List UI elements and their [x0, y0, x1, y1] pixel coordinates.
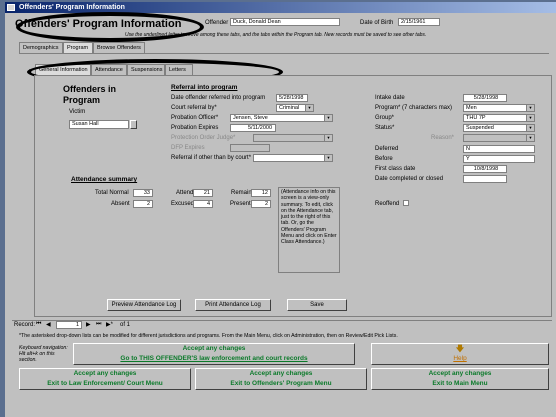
- completed-label: Date completed or closed: [375, 176, 444, 182]
- court-referral-label: Court referral by*: [171, 105, 217, 111]
- prev-record-icon[interactable]: ◀: [46, 321, 51, 328]
- total-normal-field: 33: [133, 189, 153, 197]
- court-referral-select[interactable]: Criminal ▼: [276, 104, 314, 112]
- dfp-expires-field[interactable]: [230, 144, 270, 152]
- first-class-label: First class date: [375, 166, 416, 172]
- absent-field: 2: [133, 200, 153, 208]
- program-label: Program* (7 characters max): [375, 105, 453, 111]
- record-navigator: Record: ⏮ ◀ 1 ▶ ⏭ ▶* of 1: [12, 320, 552, 330]
- group-select[interactable]: THU 7P ▼: [463, 114, 535, 122]
- top-tab-strip: Demographics Program Browse Offenders: [19, 42, 319, 53]
- save-button[interactable]: Save: [287, 299, 347, 311]
- total-normal-label: Total Normal: [95, 190, 129, 196]
- victim-field[interactable]: Susan Hall: [69, 120, 129, 129]
- chevron-down-icon[interactable]: ▼: [526, 105, 534, 111]
- app-icon: [7, 4, 15, 11]
- offender-label: Offender: [205, 20, 229, 26]
- next-record-icon[interactable]: ▶: [86, 321, 91, 328]
- before-label: Before: [375, 156, 393, 162]
- record-label: Record:: [14, 322, 36, 328]
- intake-date-field[interactable]: 5/28/1998: [463, 94, 507, 102]
- dob-label: Date of Birth: [360, 20, 394, 26]
- tab-program[interactable]: Program: [63, 42, 93, 53]
- new-record-icon[interactable]: ▶*: [106, 321, 113, 328]
- excused-field: 4: [193, 200, 213, 208]
- offender-field[interactable]: Duck, Donald Dean: [230, 18, 340, 26]
- present-field: 2: [251, 200, 271, 208]
- first-record-icon[interactable]: ⏮: [36, 321, 41, 328]
- asterisk-note: *The asterisked drop-down lists can be m…: [19, 333, 398, 339]
- dfp-expires-label: DFP Expires: [171, 145, 205, 151]
- attend-field: 21: [193, 189, 213, 197]
- preview-attendance-button[interactable]: Preview Attendance Log: [107, 299, 181, 311]
- chevron-down-icon[interactable]: ▼: [324, 115, 332, 121]
- chevron-down-icon[interactable]: ▼: [526, 115, 534, 121]
- referral-title: Referral into program: [171, 84, 238, 91]
- attendance-note: (Attendance info on this screen is a vie…: [278, 187, 340, 273]
- remain-field: 12: [251, 189, 271, 197]
- section-title: Offenders in Program: [63, 84, 117, 105]
- protection-order-select[interactable]: ▼: [253, 134, 333, 142]
- probation-expires-field[interactable]: 5/11/2000: [230, 124, 276, 132]
- window-title: Offenders' Program Information: [19, 4, 125, 11]
- deferred-field[interactable]: N: [463, 145, 535, 153]
- title-highlight-ring: [16, 12, 204, 42]
- absent-label: Absent: [111, 201, 130, 207]
- chevron-down-icon[interactable]: ▼: [324, 135, 332, 141]
- present-label: Present: [230, 201, 251, 207]
- help-button[interactable]: 🡇 Help: [371, 343, 549, 365]
- intake-date-label: Intake date: [375, 95, 405, 101]
- dob-field[interactable]: 2/15/1961: [398, 18, 440, 26]
- tab-demographics[interactable]: Demographics: [19, 42, 63, 53]
- attendance-title: Attendance summary: [71, 176, 138, 183]
- tab-browse-offenders[interactable]: Browse Offenders: [93, 42, 145, 53]
- chevron-down-icon[interactable]: ▼: [305, 105, 313, 111]
- keyboard-note: Keyboard navigation: Hit alt+k on this s…: [19, 345, 68, 363]
- chevron-down-icon[interactable]: ▼: [526, 125, 534, 131]
- group-label: Group*: [375, 115, 395, 121]
- probation-officer-label: Probation Officer*: [171, 115, 219, 121]
- main-window: Offenders' Program Information Offenders…: [5, 2, 556, 417]
- referral-other-select[interactable]: ▼: [253, 154, 333, 162]
- print-attendance-button[interactable]: Print Attendance Log: [195, 299, 271, 311]
- title-bar: Offenders' Program Information: [5, 2, 556, 13]
- record-count: of 1: [120, 322, 131, 328]
- status-label: Status*: [375, 125, 395, 131]
- protection-order-label: Protection Order Judge*: [171, 135, 236, 141]
- general-info-panel: Offenders in Program Victim Susan Hall R…: [34, 75, 552, 317]
- last-record-icon[interactable]: ⏭: [96, 321, 101, 328]
- deferred-label: Deferred: [375, 146, 399, 152]
- reoffend-checkbox[interactable]: [403, 200, 409, 206]
- exit-main-menu-button[interactable]: Accept any changes Exit to Main Menu: [371, 368, 549, 390]
- victim-lookup-button[interactable]: [130, 120, 137, 129]
- completed-field[interactable]: [463, 175, 507, 183]
- referral-date-label: Date offender referred into program: [171, 95, 266, 101]
- program-select[interactable]: Men ▼: [463, 104, 535, 112]
- referral-date-field[interactable]: 5/28/1998: [276, 94, 308, 102]
- remain-label: Remain: [231, 190, 252, 196]
- attend-label: Attend: [176, 190, 194, 196]
- chevron-down-icon[interactable]: ▼: [324, 155, 332, 161]
- goto-law-records-button[interactable]: Accept any changes Go to THIS OFFENDER'S…: [73, 343, 355, 365]
- first-class-field[interactable]: 10/8/1998: [463, 165, 507, 173]
- status-select[interactable]: Suspended ▼: [463, 124, 535, 132]
- exit-program-menu-button[interactable]: Accept any changes Exit to Offenders' Pr…: [195, 368, 367, 390]
- chevron-down-icon[interactable]: ▼: [526, 135, 534, 141]
- help-icon: 🡇: [455, 344, 465, 353]
- exit-law-menu-button[interactable]: Accept any changes Exit to Law Enforceme…: [19, 368, 191, 390]
- probation-officer-select[interactable]: Jensen, Steve ▼: [230, 114, 333, 122]
- probation-expires-label: Probation Expires: [171, 125, 219, 131]
- referral-other-label: Referral if other than by court*: [171, 155, 252, 161]
- reason-label: Reason*: [431, 135, 455, 141]
- victim-label: Victim: [69, 109, 86, 115]
- excused-label: Excused: [171, 201, 195, 207]
- reason-select[interactable]: ▼: [463, 134, 535, 142]
- record-number-field[interactable]: 1: [56, 321, 82, 329]
- reoffend-label: Reoffend: [375, 201, 400, 207]
- before-field[interactable]: Y: [463, 155, 535, 163]
